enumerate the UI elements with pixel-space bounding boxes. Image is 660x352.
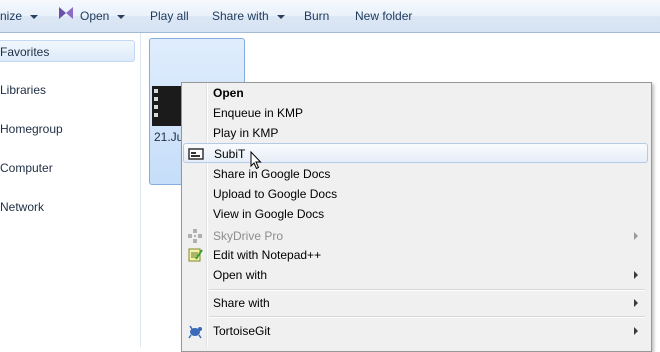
menu-item-label: SubiT [214, 147, 246, 161]
submenu-arrow-icon [634, 232, 638, 240]
nav-item-homegroup[interactable]: Homegroup [0, 118, 135, 140]
menu-item-open[interactable]: Open [183, 83, 648, 103]
skydrive-icon [187, 228, 203, 244]
menu-item-tortoisegit[interactable]: TortoiseGit [183, 321, 648, 341]
menu-item-label: Open with [213, 268, 268, 282]
share-with-button[interactable]: Share with [212, 0, 285, 33]
menu-separator [209, 316, 645, 318]
menu-item-view-gdocs[interactable]: View in Google Docs [183, 204, 648, 224]
menu-item-label: View in Google Docs [213, 207, 325, 221]
nav-label: Computer [0, 161, 53, 175]
menu-item-label: Edit with Notepad++ [213, 248, 322, 262]
organize-menu-button[interactable]: nize [0, 0, 39, 33]
mouse-cursor-icon [250, 150, 262, 173]
burn-button[interactable]: Burn [304, 0, 329, 33]
tortoisegit-icon [187, 323, 203, 339]
nav-item-libraries[interactable]: Libraries [0, 79, 135, 101]
film-hole [154, 113, 158, 117]
notepadpp-icon [187, 247, 203, 263]
open-label: Open [80, 9, 110, 23]
share-with-label: Share with [212, 9, 269, 23]
nav-label: Homegroup [0, 122, 63, 136]
submenu-arrow-icon [634, 271, 638, 279]
play-all-button[interactable]: Play all [150, 0, 189, 33]
film-hole [154, 97, 158, 101]
menu-item-label: Open [213, 86, 244, 100]
menu-item-label: Upload to Google Docs [213, 187, 338, 201]
menu-item-share-with[interactable]: Share with [183, 293, 648, 313]
subit-icon [188, 146, 204, 162]
nav-label: Libraries [0, 83, 47, 97]
menu-item-open-with[interactable]: Open with [183, 265, 648, 285]
media-player-icon [58, 0, 74, 33]
submenu-arrow-icon [634, 327, 638, 335]
chevron-down-icon [276, 14, 285, 19]
menu-item-edit-notepadpp[interactable]: Edit with Notepad++ [183, 245, 648, 265]
submenu-arrow-icon [634, 299, 638, 307]
menu-item-label: SkyDrive Pro [213, 229, 284, 243]
chevron-down-icon [117, 14, 126, 19]
new-folder-button[interactable]: New folder [355, 0, 412, 33]
nav-item-network[interactable]: Network [0, 196, 135, 218]
film-hole [154, 105, 158, 109]
open-button[interactable]: Open [58, 0, 126, 33]
nav-label: Network [0, 200, 45, 214]
menu-item-label: TortoiseGit [213, 324, 271, 338]
menu-item-play-kmp[interactable]: Play in KMP [183, 123, 648, 143]
menu-item-label: Play in KMP [213, 126, 279, 140]
nav-item-favorites[interactable]: Favorites [0, 40, 135, 62]
menu-separator [209, 289, 645, 291]
menu-item-enqueue-kmp[interactable]: Enqueue in KMP [183, 103, 648, 123]
menu-item-skydrive-pro[interactable]: SkyDrive Pro [183, 226, 648, 246]
nav-label: Favorites [0, 45, 50, 59]
nav-item-computer[interactable]: Computer [0, 157, 135, 179]
menu-item-upload-gdocs[interactable]: Upload to Google Docs [183, 184, 648, 204]
command-bar: nize Open Play all Share with Burn New f… [0, 0, 660, 33]
menu-item-label: Enqueue in KMP [213, 106, 304, 120]
organize-label: nize [0, 9, 23, 23]
chevron-down-icon [30, 14, 39, 19]
film-hole [154, 89, 158, 93]
menu-item-label: Share with [213, 296, 270, 310]
menu-item-label: Share in Google Docs [213, 167, 331, 181]
